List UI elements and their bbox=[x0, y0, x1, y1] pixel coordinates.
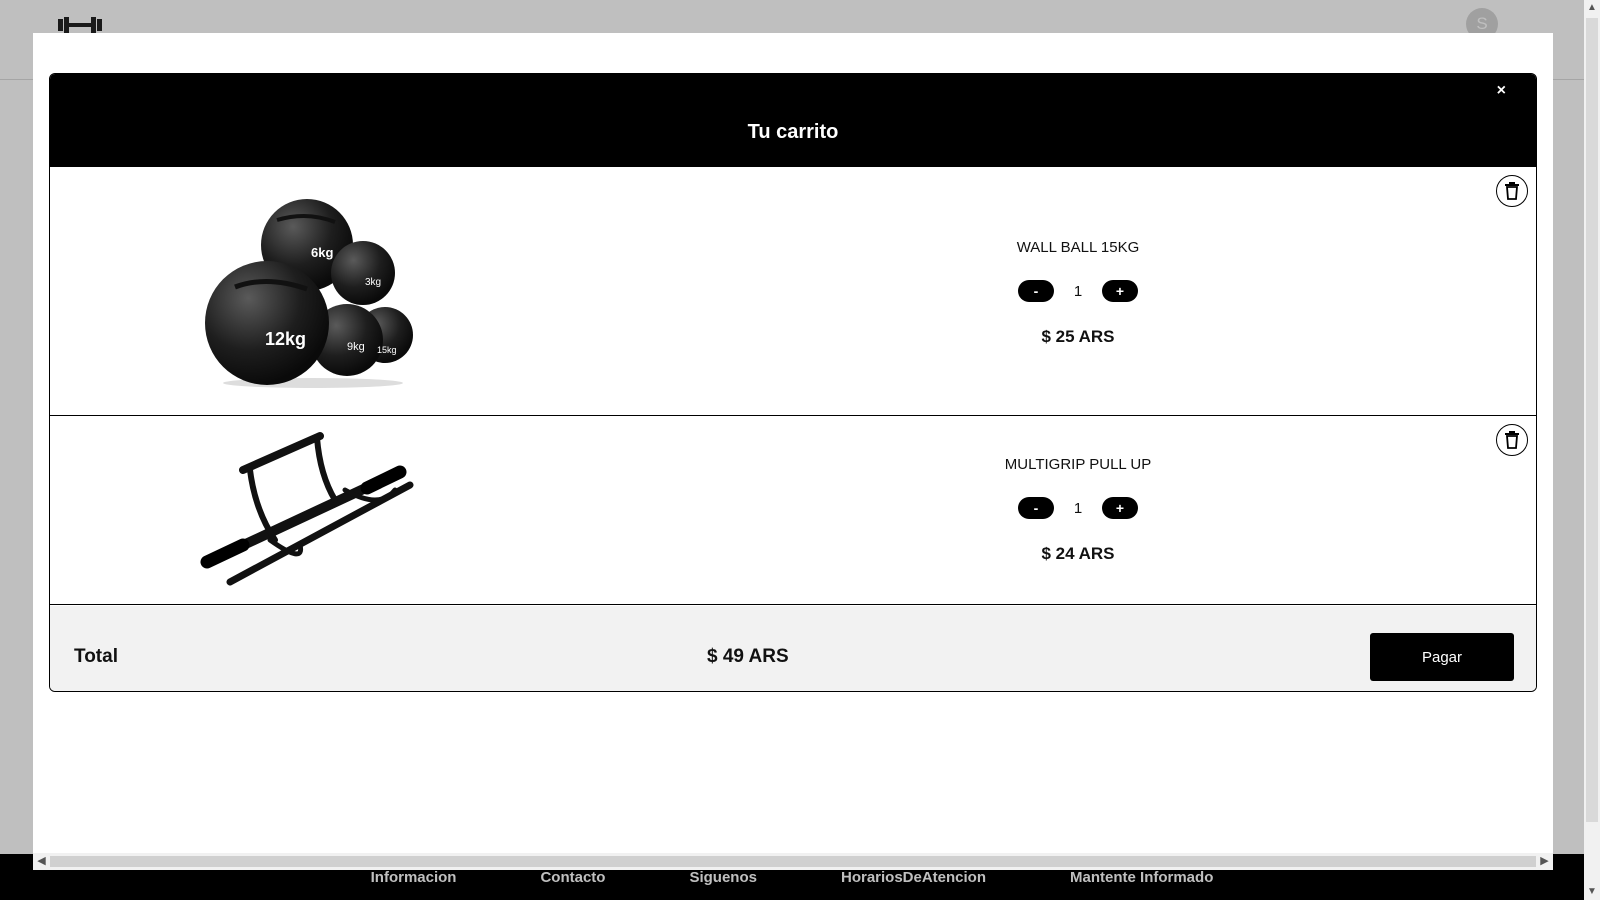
increase-quantity-button[interactable]: + bbox=[1102, 280, 1138, 302]
scroll-left-arrow-icon[interactable]: ◀ bbox=[33, 853, 50, 870]
trash-icon bbox=[1505, 431, 1519, 449]
cart-item-info: WALL BALL 15KG - 1 + $ 25 ARS bbox=[958, 239, 1198, 347]
quantity-value: 1 bbox=[1073, 499, 1083, 517]
delete-item-button[interactable] bbox=[1496, 424, 1528, 456]
quantity-stepper: - 1 + bbox=[958, 497, 1198, 519]
scroll-up-arrow-icon[interactable]: ▲ bbox=[1584, 0, 1600, 16]
svg-text:6kg: 6kg bbox=[311, 245, 333, 260]
cart-item-info: MULTIGRIP PULL UP - 1 + $ 24 ARS bbox=[958, 456, 1198, 564]
total-label: Total bbox=[74, 646, 118, 667]
svg-text:3kg: 3kg bbox=[365, 277, 381, 288]
vertical-scroll-thumb[interactable] bbox=[1586, 18, 1598, 822]
horizontal-scroll-thumb[interactable] bbox=[50, 856, 1536, 867]
cart-item: MULTIGRIP PULL UP - 1 + $ 24 ARS bbox=[50, 416, 1536, 605]
pull-up-bar-image bbox=[200, 432, 414, 586]
cart-panel: × Tu carrito 12kg 6kg 3kg 9kg 15kg WALL … bbox=[49, 73, 1537, 692]
decrease-quantity-button[interactable]: - bbox=[1018, 280, 1054, 302]
cart-item-name: MULTIGRIP PULL UP bbox=[1004, 456, 1152, 473]
svg-text:12kg: 12kg bbox=[265, 329, 306, 349]
cart-title: Tu carrito bbox=[747, 121, 839, 143]
svg-text:9kg: 9kg bbox=[347, 341, 365, 353]
cart-header: × Tu carrito bbox=[50, 74, 1536, 167]
quantity-value: 1 bbox=[1073, 282, 1083, 300]
close-icon[interactable]: × bbox=[1497, 82, 1506, 100]
wall-ball-image: 12kg 6kg 3kg 9kg 15kg bbox=[205, 199, 413, 388]
delete-item-button[interactable] bbox=[1496, 175, 1528, 207]
cart-item-price: $ 25 ARS bbox=[1041, 327, 1115, 346]
decrease-quantity-button[interactable]: - bbox=[1018, 497, 1054, 519]
horizontal-scrollbar[interactable]: ◀ ▶ bbox=[33, 853, 1553, 870]
cart-item-price: $ 24 ARS bbox=[1041, 544, 1115, 563]
cart-item: 12kg 6kg 3kg 9kg 15kg WALL BALL 15KG - 1… bbox=[50, 167, 1536, 416]
trash-icon bbox=[1505, 182, 1519, 200]
increase-quantity-button[interactable]: + bbox=[1102, 497, 1138, 519]
pay-button[interactable]: Pagar bbox=[1370, 633, 1514, 681]
cart-item-name: WALL BALL 15KG bbox=[1016, 239, 1140, 256]
svg-text:15kg: 15kg bbox=[377, 345, 397, 355]
quantity-stepper: - 1 + bbox=[958, 280, 1198, 302]
cart-summary: Total $ 49 ARS Pagar bbox=[50, 606, 1536, 691]
scroll-right-arrow-icon[interactable]: ▶ bbox=[1536, 853, 1553, 870]
scroll-down-arrow-icon[interactable]: ▼ bbox=[1584, 884, 1600, 900]
total-value: $ 49 ARS bbox=[707, 646, 789, 667]
vertical-scrollbar[interactable]: ▲ ▼ bbox=[1584, 0, 1600, 900]
